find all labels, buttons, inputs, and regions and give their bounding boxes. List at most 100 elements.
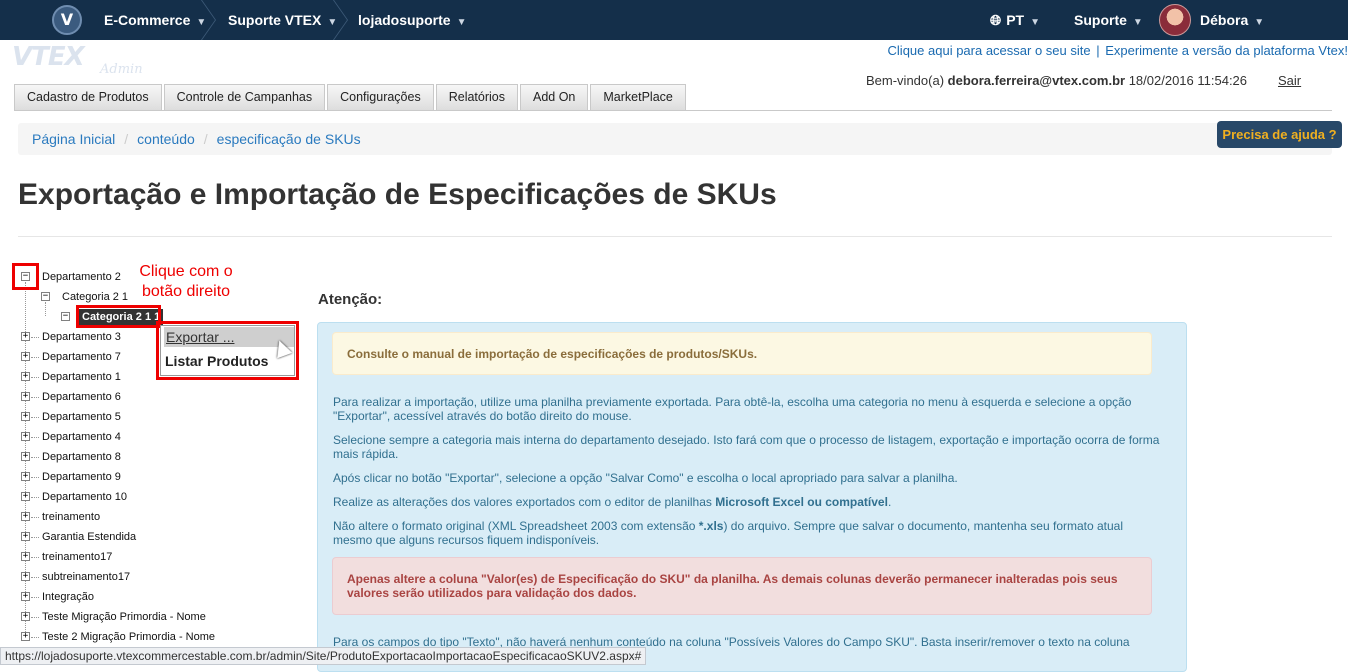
tab-relatorios[interactable]: Relatórios (435, 84, 518, 111)
info-paragraph: Selecione sempre a categoria mais intern… (333, 433, 1160, 461)
nav-store-label: lojadosuporte (358, 12, 451, 28)
tab-configuracoes[interactable]: Configurações (327, 84, 434, 111)
expand-icon[interactable]: + (21, 552, 30, 561)
info-paragraph: Não altere o formato original (XML Sprea… (333, 519, 1163, 547)
top-navbar: V E-Commerce ▼ Suporte VTEX ▼ lojadosuport… (0, 0, 1348, 40)
expand-icon[interactable]: + (21, 332, 30, 341)
support-label: Suporte (1074, 12, 1127, 28)
tree-node[interactable]: subtreinamento17 (42, 569, 130, 585)
info-paragraph: Após clicar no botão "Exportar", selecio… (333, 471, 958, 485)
highlight-box (76, 305, 161, 328)
support-menu[interactable]: Suporte ▼ (1074, 0, 1143, 40)
info-paragraph: Realize as alterações dos valores export… (333, 495, 1163, 509)
annotation-text: Clique com o botão direito (139, 263, 233, 300)
tree-line (31, 457, 39, 458)
tree-node[interactable]: Departamento 10 (42, 489, 127, 505)
tree-line (31, 617, 39, 618)
nav-separator (330, 0, 331, 40)
logout-link[interactable]: Sair (1278, 73, 1301, 88)
tree-line (31, 537, 39, 538)
title-divider (18, 236, 1332, 237)
expand-icon[interactable]: + (21, 492, 30, 501)
expand-icon[interactable]: + (21, 412, 30, 421)
tab-marketplace[interactable]: MarketPlace (590, 84, 686, 111)
site-link[interactable]: Clique aqui para acessar o seu site (888, 43, 1091, 58)
expand-icon[interactable]: + (21, 452, 30, 461)
expand-icon[interactable]: + (21, 612, 30, 621)
tree-node[interactable]: Integração (42, 589, 94, 605)
menu-item-list-products[interactable]: Listar Produtos (165, 353, 268, 369)
tree-line (31, 337, 39, 338)
attention-heading: Atenção: (318, 291, 383, 308)
link-divider: | (1092, 43, 1104, 58)
language-selector[interactable]: 🌐︎ PT ▼ (990, 0, 1040, 40)
tree-node[interactable]: Departamento 8 (42, 449, 121, 465)
breadcrumb: Página Inicial / conteúdo / especificação de… (18, 123, 1332, 155)
tree-node[interactable]: Departamento 5 (42, 409, 121, 425)
tree-node-child[interactable]: Categoria 2 1 (62, 289, 128, 305)
expand-icon[interactable]: + (21, 572, 30, 581)
expand-icon[interactable]: + (21, 632, 30, 641)
tree-node[interactable]: treinamento17 (42, 549, 112, 565)
tree-node[interactable]: Departamento 6 (42, 389, 121, 405)
user-name: Débora (1200, 12, 1249, 28)
collapse-icon[interactable]: − (41, 292, 50, 301)
vtex-logo-icon[interactable]: V (52, 5, 82, 35)
expand-icon[interactable]: + (21, 512, 30, 521)
main-tabs: Cadastro de Produtos Controle de Campanh… (14, 84, 688, 111)
expand-icon[interactable]: + (21, 592, 30, 601)
help-button[interactable]: Precisa de ajuda ? (1217, 121, 1342, 148)
welcome-text: Bem-vindo(a) debora.ferreira@vtex.com.br… (866, 73, 1247, 88)
tree-line (31, 357, 39, 358)
tree-line (31, 497, 39, 498)
expand-icon[interactable]: + (21, 352, 30, 361)
tree-node[interactable]: Departamento 7 (42, 349, 121, 365)
tree-node[interactable]: Departamento 4 (42, 429, 121, 445)
collapse-icon[interactable]: − (61, 312, 70, 321)
welcome-email: debora.ferreira@vtex.com.br (947, 73, 1126, 88)
tab-add-on[interactable]: Add On (520, 84, 589, 111)
breadcrumb-current[interactable]: especificação de SKUs (217, 131, 361, 147)
vtex-admin-logo: VTEX (12, 42, 85, 72)
tree-node[interactable]: Garantia Estendida (42, 529, 136, 545)
tree-line (31, 417, 39, 418)
welcome-datetime: 18/02/2016 11:54:26 (1128, 73, 1248, 88)
tree-line (45, 302, 46, 316)
expand-icon[interactable]: + (21, 432, 30, 441)
nav-store[interactable]: lojadosuporte ▼ (358, 0, 466, 40)
tree-node[interactable]: Teste Migração Primordia - Nome (42, 609, 206, 625)
nav-suporte-vtex-label: Suporte VTEX (228, 12, 322, 28)
tab-controle-campanhas[interactable]: Controle de Campanhas (163, 84, 326, 111)
avatar[interactable] (1159, 4, 1191, 36)
breadcrumb-content[interactable]: conteúdo (137, 131, 195, 147)
tree-line (31, 517, 39, 518)
tree-node-root[interactable]: Departamento 2 (42, 269, 121, 285)
platform-link[interactable]: Experimente a versão da plataforma Vtex! (1105, 43, 1348, 58)
page-title: Exportação e Importação de Especificaçõe… (18, 178, 777, 211)
expand-icon[interactable]: + (21, 532, 30, 541)
tree-line (31, 557, 39, 558)
info-text: Realize as alterações dos valores export… (333, 495, 716, 509)
tree-node[interactable]: Departamento 3 (42, 329, 121, 345)
tree-node[interactable]: Teste 2 Migração Primordia - Nome (42, 629, 215, 645)
user-menu[interactable]: Débora ▼ (1200, 0, 1264, 40)
expand-icon[interactable]: + (21, 472, 30, 481)
tree-node[interactable]: Departamento 1 (42, 369, 121, 385)
nav-separator (198, 0, 199, 40)
danger-alert: Apenas altere a coluna "Valor(es) de Esp… (332, 557, 1152, 615)
tab-divider (14, 110, 1332, 111)
breadcrumb-home[interactable]: Página Inicial (32, 131, 115, 147)
info-text-bold: *.xls (698, 519, 724, 533)
tree-line (31, 637, 39, 638)
globe-icon: 🌐︎ (990, 13, 1002, 29)
tree-line (31, 597, 39, 598)
breadcrumb-separator: / (124, 131, 129, 147)
tab-cadastro-produtos[interactable]: Cadastro de Produtos (14, 84, 162, 111)
info-text: Não altere o formato original (XML Sprea… (333, 519, 699, 533)
highlight-box (12, 263, 39, 290)
tree-node[interactable]: Departamento 9 (42, 469, 121, 485)
tree-node[interactable]: treinamento (42, 509, 100, 525)
chevron-down-icon: ▼ (1030, 17, 1040, 28)
expand-icon[interactable]: + (21, 372, 30, 381)
expand-icon[interactable]: + (21, 392, 30, 401)
